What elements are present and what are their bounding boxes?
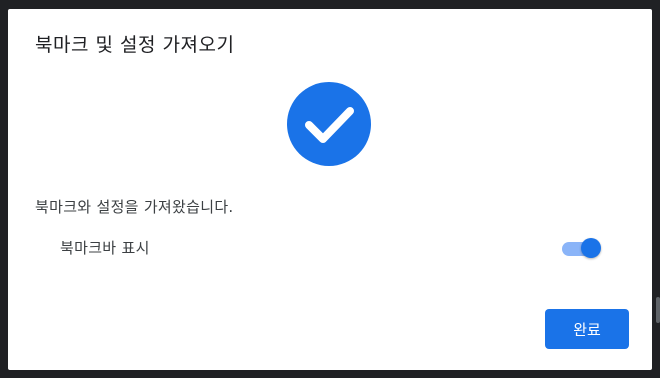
show-bookmarks-bar-row: 북마크바 표시 (60, 232, 602, 262)
show-bookmarks-bar-toggle[interactable] (562, 236, 602, 258)
show-bookmarks-bar-label: 북마크바 표시 (60, 239, 150, 257)
success-message: 북마크와 설정을 가져왔습니다. (35, 198, 234, 216)
window-edge-handle (656, 297, 660, 323)
dialog-title: 북마크 및 설정 가져오기 (35, 34, 235, 56)
toggle-knob (581, 238, 601, 258)
done-button[interactable]: 완료 (545, 309, 629, 349)
import-complete-dialog: 북마크 및 설정 가져오기 북마크와 설정을 가져왔습니다. 북마크바 표시 완… (8, 9, 652, 370)
check-circle-icon (287, 82, 371, 166)
